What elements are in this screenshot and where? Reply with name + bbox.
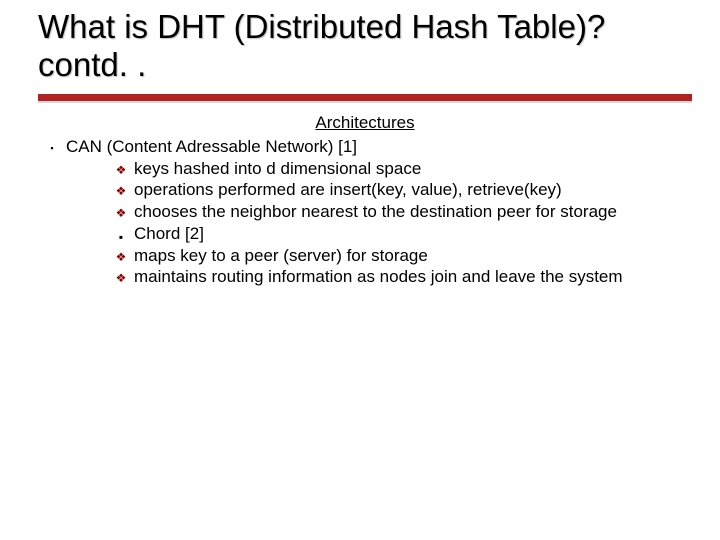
list-item-text: maintains routing information as nodes j… — [134, 267, 692, 288]
list-item: ❖maintains routing information as nodes … — [38, 267, 692, 288]
list-item: ❖chooses the neighbor nearest to the des… — [38, 202, 692, 223]
list-item-text: CAN (Content Adressable Network) [1] — [66, 137, 692, 158]
diamond-bullet-icon: ❖ — [108, 267, 134, 286]
divider-shadow — [38, 101, 692, 103]
list-item: ❖operations performed are insert(key, va… — [38, 180, 692, 201]
square-bullet-icon: ▪ — [108, 224, 134, 245]
square-bullet-icon: ▪ — [38, 137, 66, 154]
slide-title: What is DHT (Distributed Hash Table)? co… — [38, 8, 692, 84]
divider-red-bar — [38, 94, 692, 101]
list-item-text: maps key to a peer (server) for storage — [134, 246, 692, 267]
list-item-text: keys hashed into d dimensional space — [134, 159, 692, 180]
diamond-bullet-icon: ❖ — [108, 202, 134, 221]
diamond-bullet-icon: ❖ — [108, 180, 134, 199]
sub-list: ❖keys hashed into d dimensional space❖op… — [38, 159, 692, 288]
list-item-text: chooses the neighbor nearest to the dest… — [134, 202, 692, 223]
diamond-bullet-icon: ❖ — [108, 246, 134, 265]
section-subhead: Architectures — [38, 113, 692, 133]
list-item: ▪Chord [2] — [38, 224, 692, 245]
list-item-text: Chord [2] — [134, 224, 692, 245]
title-divider — [38, 94, 692, 103]
list-item: ❖maps key to a peer (server) for storage — [38, 246, 692, 267]
slide: What is DHT (Distributed Hash Table)? co… — [0, 0, 720, 288]
list-item: ▪ CAN (Content Adressable Network) [1] — [38, 137, 692, 158]
list-item: ❖keys hashed into d dimensional space — [38, 159, 692, 180]
slide-content: ▪ CAN (Content Adressable Network) [1] ❖… — [38, 137, 692, 288]
list-item-text: operations performed are insert(key, val… — [134, 180, 692, 201]
diamond-bullet-icon: ❖ — [108, 159, 134, 178]
